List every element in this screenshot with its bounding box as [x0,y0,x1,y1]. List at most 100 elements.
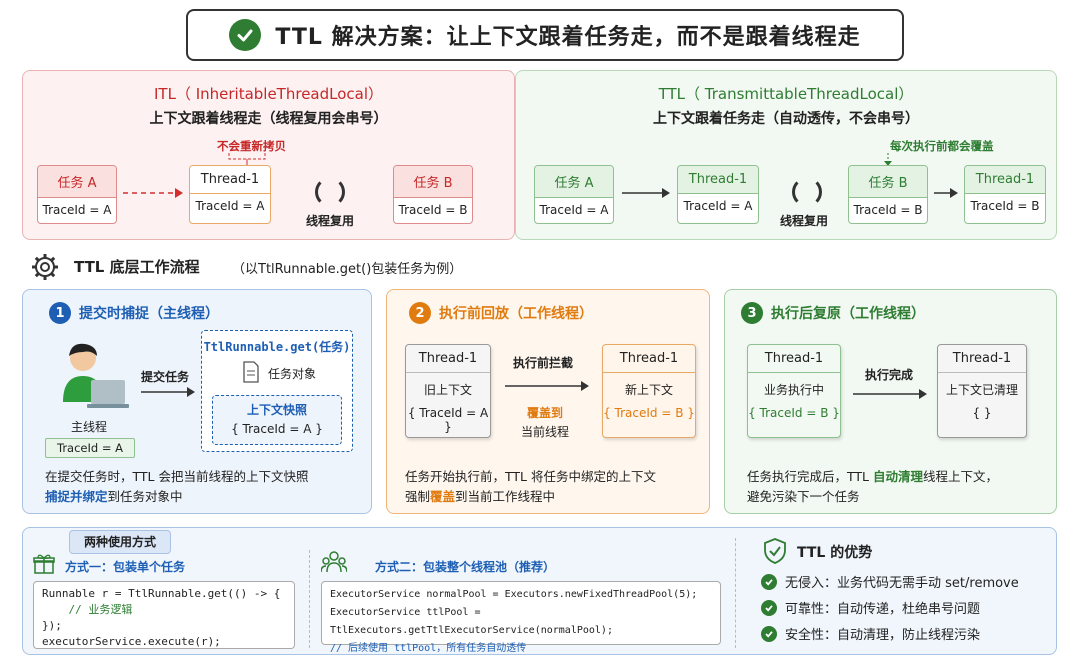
context-label: 上下文已清理 [945,383,1018,397]
ttl-task-a-card: 任务 A TraceId = A [534,165,614,224]
context-label: 旧上下文 [423,383,472,397]
arrow-right-icon [622,188,670,198]
step-title: 提交时捕捉（主线程） [79,306,219,322]
intercept-label: 执行前拦截 [513,356,574,370]
divider [735,538,736,648]
task-object-label: 任务对象 [268,367,317,381]
highlight-text: 覆盖 [430,489,456,504]
old-context-box: Thread-1 旧上下文 { TraceId = A } [405,344,491,438]
code-line: ExecutorService normalPool = Executors.n… [330,589,698,600]
card-value: TraceId = A [38,197,116,222]
way1-title: 方式一：包装单个任务 [65,560,186,574]
step-title: 执行前回放（工作线程） [439,306,593,322]
reuse-cycle-icon [315,177,345,207]
card-title: Thread-1 [678,166,758,193]
itl-task-a-card: 任务 A TraceId = A [37,165,117,224]
card-title: Thread-1 [190,166,270,193]
way1-code: Runnable r = TtlRunnable.get(() -> { // … [33,581,295,649]
highlight-text: 自动清理 [873,469,924,484]
desc-line: 强制覆盖到当前工作线程中 [405,487,705,507]
code-line: ExecutorService ttlPool = TtlExecutors.g… [330,607,613,636]
code-comment: // 后续使用 ttlPool，所有任务自动透传 [330,643,527,654]
card-value: TraceId = B [849,197,927,222]
reuse-cycle-icon [792,177,822,207]
itl-reuse-label: 线程复用 [306,214,355,228]
card-title: 任务 A [535,166,613,197]
snapshot-value: { TraceId = A } [231,422,323,436]
step3-panel: 3 执行后复原（工作线程） Thread-1 业务执行中 { TraceId =… [724,289,1057,514]
way2-title: 方式二：包装整个线程池（推荐） [375,560,556,574]
desc-line: 捕捉并绑定到任务对象中 [45,487,365,507]
step2-panel: 2 执行前回放（工作线程） Thread-1 旧上下文 { TraceId = … [386,289,710,514]
advantage-text: 安全性：自动清理，防止线程污染 [785,628,981,643]
check-icon [761,573,777,590]
ttl-thread2-card: Thread-1 TraceId = B [964,165,1046,224]
desc-line: 避免污染下一个任务 [747,489,860,504]
document-icon [243,361,259,383]
way2-code: ExecutorService normalPool = Executors.n… [321,581,721,654]
context-value: { TraceId = A } [407,406,489,434]
arrow-right-icon [853,389,927,399]
snapshot-box: 上下文快照 { TraceId = A } [212,395,342,445]
code-line: }); [42,619,62,632]
desc-line: 在提交任务时，TTL 会把当前线程的上下文快照 [45,469,309,484]
step3-description: 任务执行完成后，TTL 自动清理线程上下文， 避免污染下一个任务 [747,467,1047,507]
usage-tag: 两种使用方式 [69,530,171,554]
ttl-task-b-card: 任务 B TraceId = B [848,165,928,224]
code-line: Runnable r = TtlRunnable.get(() -> { [42,587,281,600]
context-value: { TraceId = B } [603,406,695,420]
card-title: 任务 B [849,166,927,197]
highlight-text: 捕捉并绑定 [45,489,108,504]
divider [309,550,310,648]
thread-title: Thread-1 [748,345,840,373]
advantage-text: 无侵入：业务代码无需手动 set/remove [785,576,1019,591]
context-value: { } [972,406,992,420]
desc-line: 任务开始执行前，TTL 将任务中绑定的上下文 [405,469,656,484]
step1-panel: 1 提交时捕捉（主线程） 主线程 TraceId = A 提交任务 TtlRun… [22,289,372,514]
code-line: executorService.execute(r); [42,635,221,648]
itl-task-b-card: 任务 B TraceId = B [393,165,473,224]
advantage-item: 安全性：自动清理，防止线程污染 [761,624,980,643]
advantages-title: TTL 的优势 [797,545,873,561]
card-value: TraceId = A [535,197,613,222]
card-title: 任务 A [38,166,116,197]
ttl-reuse-label: 线程复用 [780,214,829,228]
ttl-runnable-title: TtlRunnable.get(任务) [203,340,351,354]
gift-icon [33,554,55,574]
code-comment: // 业务逻辑 [42,603,133,616]
desc-text: 线程上下文， [923,469,999,484]
main-thread-label: 主线程 [71,420,108,434]
step2-description: 任务开始执行前，TTL 将任务中绑定的上下文 强制覆盖到当前工作线程中 [405,467,705,507]
itl-title: ITL（ InheritableThreadLocal） [153,85,384,103]
arrow-right-icon [141,387,195,397]
flow-subtitle: （以TtlRunnable.get()包装任务为例） [232,262,463,277]
arrow-right-icon [934,188,958,198]
itl-panel: ITL（ InheritableThreadLocal） 上下文跟着线程走（线程… [22,70,515,240]
traceid-badge: TraceId = A [45,438,135,458]
context-label: 新上下文 [624,383,673,397]
desc-line: 任务执行完成后，TTL 自动清理线程上下文， [747,467,1047,487]
ttl-runnable-box: TtlRunnable.get(任务) 任务对象 上下文快照 { TraceId… [201,330,353,452]
step-number: 2 [409,302,431,324]
executing-box: Thread-1 业务执行中 { TraceId = B } [747,344,841,438]
step1-description: 在提交任务时，TTL 会把当前线程的上下文快照 捕捉并绑定到任务对象中 [45,467,365,507]
step-number: 1 [49,302,71,324]
context-value: { TraceId = B } [748,406,840,420]
check-circle-icon [229,19,262,51]
context-label: 业务执行中 [763,383,824,397]
ttl-subtitle: 上下文跟着任务走（自动透传，不会串号） [653,111,919,127]
card-value: TraceId = B [965,193,1045,218]
card-value: TraceId = A [190,193,270,218]
done-label: 执行完成 [865,368,914,382]
ttl-note: 每次执行前都会覆盖 [890,139,994,153]
advantage-item: 可靠性：自动传递，杜绝串号问题 [761,598,980,617]
title-banner: TTL 解决方案：让上下文跟着任务走，而不是跟着线程走 [186,9,904,61]
card-title: 任务 B [394,166,472,197]
itl-subtitle: 上下文跟着线程走（线程复用会串号） [149,111,388,127]
step-title: 执行后复原（工作线程） [771,306,925,322]
shield-icon [764,538,786,564]
team-icon [321,551,347,573]
cleared-box: Thread-1 上下文已清理 { } [937,344,1027,438]
check-icon [761,625,777,642]
page-title: TTL 解决方案：让上下文跟着任务走，而不是跟着线程走 [275,25,861,50]
